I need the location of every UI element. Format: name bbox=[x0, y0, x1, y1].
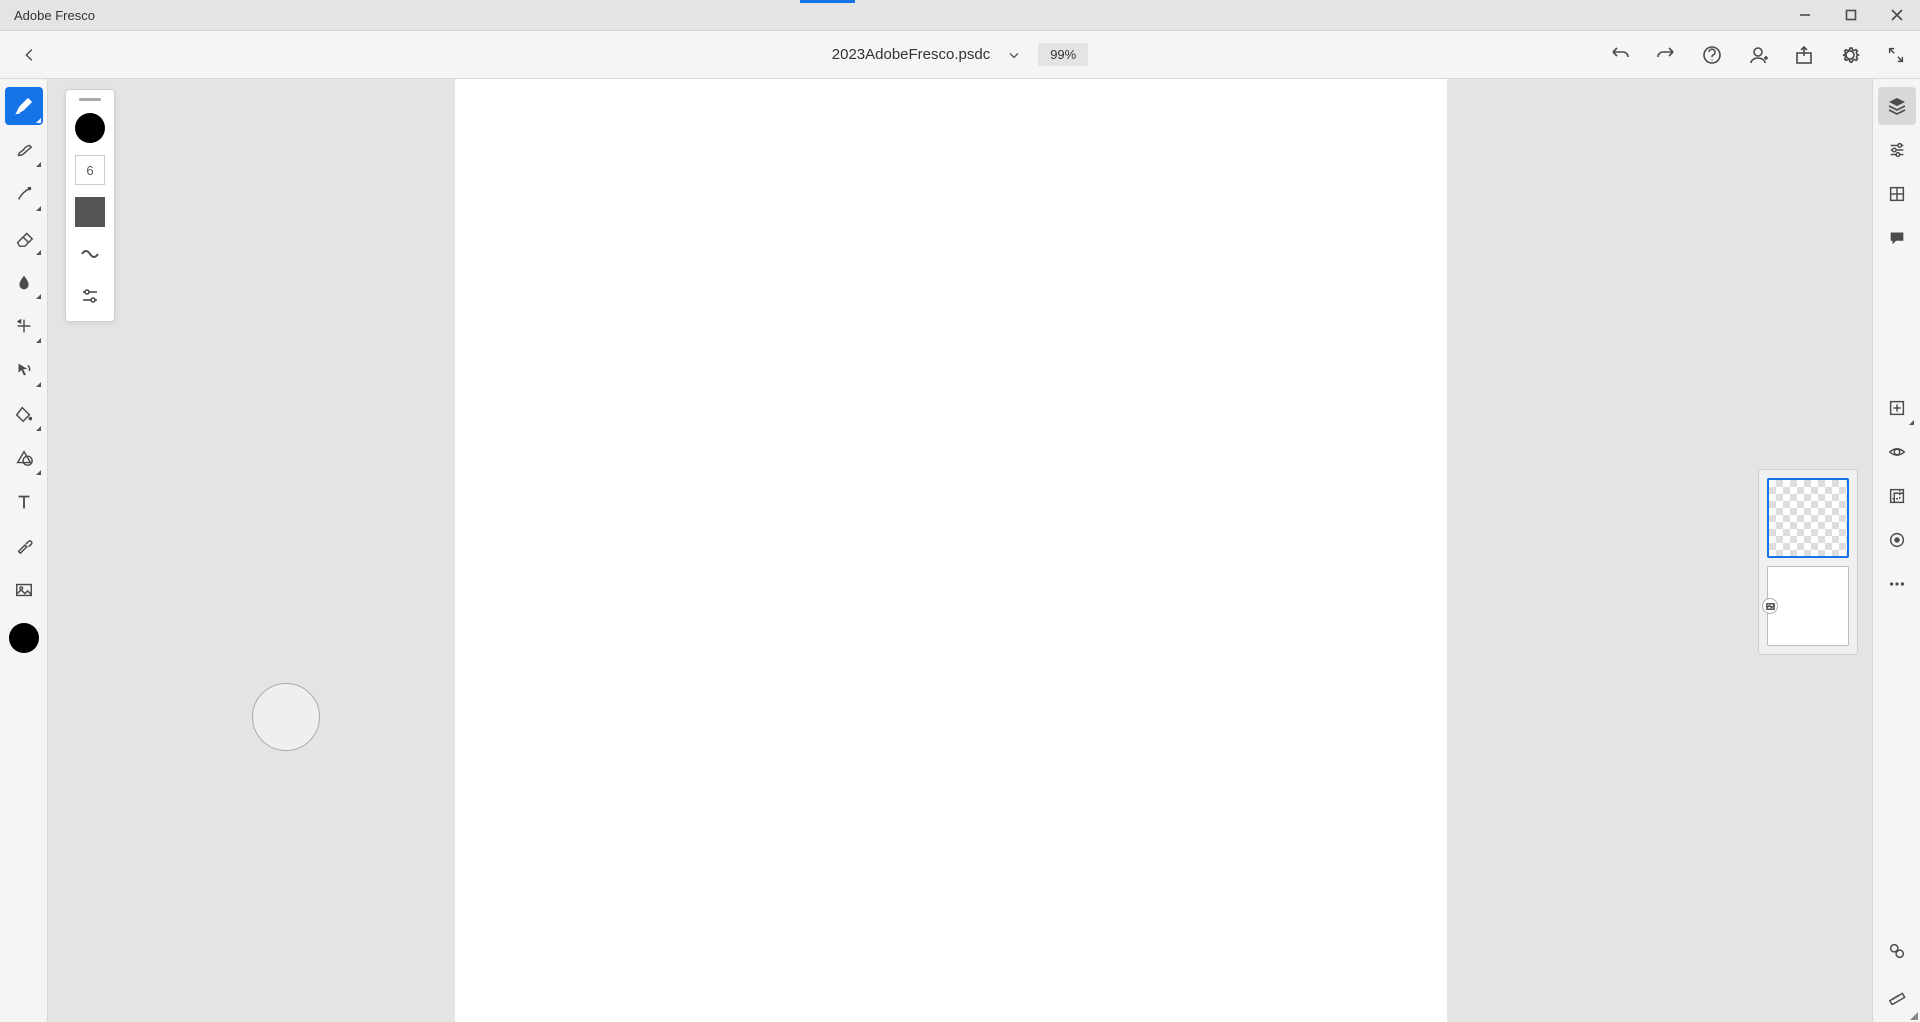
add-layer-button[interactable] bbox=[1878, 389, 1916, 427]
app-title: Adobe Fresco bbox=[14, 8, 95, 23]
help-button[interactable] bbox=[1698, 41, 1726, 69]
back-button[interactable] bbox=[16, 41, 44, 69]
left-toolbar bbox=[0, 79, 48, 1022]
shape-tool[interactable] bbox=[5, 439, 43, 477]
comments-panel-toggle[interactable] bbox=[1878, 219, 1916, 257]
window-titlebar: Adobe Fresco bbox=[0, 0, 1920, 31]
resize-handle-icon[interactable] bbox=[1910, 1012, 1918, 1020]
place-image-tool[interactable] bbox=[5, 571, 43, 609]
smudge-tool[interactable] bbox=[5, 263, 43, 301]
ruler-tool-button[interactable] bbox=[1878, 976, 1916, 1014]
brush-flow-icon[interactable] bbox=[75, 239, 105, 269]
settings-button[interactable] bbox=[1836, 41, 1864, 69]
foreground-color-swatch[interactable] bbox=[9, 623, 39, 653]
text-tool[interactable] bbox=[5, 483, 43, 521]
layer-thumbnail-1[interactable] bbox=[1767, 478, 1849, 558]
layers-panel-toggle[interactable] bbox=[1878, 87, 1916, 125]
brush-properties-panel[interactable]: 6 bbox=[65, 89, 115, 322]
more-options-button[interactable] bbox=[1878, 565, 1916, 603]
document-menu-chevron[interactable] bbox=[1000, 41, 1028, 69]
fill-tool[interactable] bbox=[5, 395, 43, 433]
brush-size-field[interactable]: 6 bbox=[75, 155, 105, 185]
multi-layer-select-button[interactable] bbox=[1878, 932, 1916, 970]
invite-button[interactable] bbox=[1744, 41, 1772, 69]
layer-properties-toggle[interactable] bbox=[1878, 131, 1916, 169]
vector-brush-tool[interactable] bbox=[5, 175, 43, 213]
brush-settings-icon[interactable] bbox=[75, 281, 105, 311]
app-header: 2023AdobeFresco.psdc 99% bbox=[0, 31, 1920, 79]
top-accent-bar bbox=[800, 0, 855, 3]
panel-drag-handle[interactable] bbox=[79, 98, 101, 101]
live-brush-tool[interactable] bbox=[5, 131, 43, 169]
redo-button[interactable] bbox=[1652, 41, 1680, 69]
selection-tool[interactable] bbox=[5, 351, 43, 389]
document-filename: 2023AdobeFresco.psdc bbox=[832, 46, 990, 63]
workspace: 6 bbox=[0, 79, 1920, 1022]
close-button[interactable] bbox=[1874, 0, 1920, 31]
window-controls bbox=[1782, 0, 1920, 31]
clip-mask-button[interactable] bbox=[1878, 477, 1916, 515]
undo-button[interactable] bbox=[1606, 41, 1634, 69]
eyedropper-tool[interactable] bbox=[5, 527, 43, 565]
transform-tool[interactable] bbox=[5, 307, 43, 345]
layer-thumbnail-background[interactable] bbox=[1767, 566, 1849, 646]
share-button[interactable] bbox=[1790, 41, 1818, 69]
minimize-button[interactable] bbox=[1782, 0, 1828, 31]
lock-transparency-button[interactable] bbox=[1878, 521, 1916, 559]
layer-visibility-button[interactable] bbox=[1878, 433, 1916, 471]
eraser-tool[interactable] bbox=[5, 219, 43, 257]
fullscreen-button[interactable] bbox=[1882, 41, 1910, 69]
precision-panel-toggle[interactable] bbox=[1878, 175, 1916, 213]
right-toolbar bbox=[1872, 79, 1920, 1022]
maximize-button[interactable] bbox=[1828, 0, 1874, 31]
pixel-brush-tool[interactable] bbox=[5, 87, 43, 125]
brush-texture-preview[interactable] bbox=[75, 197, 105, 227]
layers-panel[interactable] bbox=[1758, 469, 1858, 655]
layer-type-badge-icon bbox=[1762, 598, 1778, 614]
brush-color-swatch[interactable] bbox=[75, 113, 105, 143]
canvas-artboard[interactable] bbox=[455, 79, 1447, 1022]
brush-cursor-preview bbox=[252, 683, 320, 751]
zoom-level[interactable]: 99% bbox=[1038, 43, 1088, 66]
